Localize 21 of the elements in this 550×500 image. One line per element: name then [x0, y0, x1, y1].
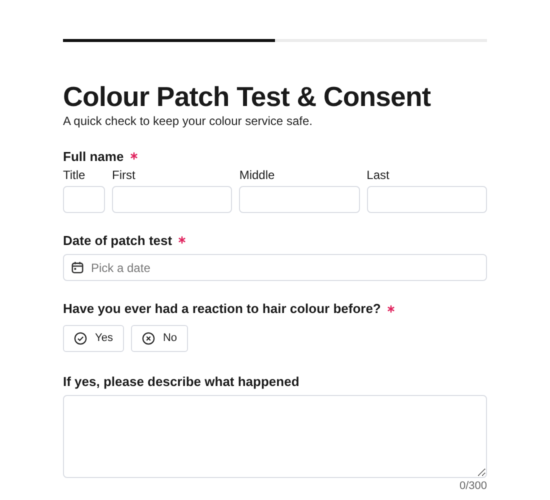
field-label: Last	[366, 168, 390, 183]
text-area[interactable]	[63, 395, 487, 478]
character-counter: 0/300	[459, 480, 487, 492]
field-label: First	[112, 168, 136, 183]
check-circle-icon	[74, 332, 87, 345]
date-field[interactable]: Pick a date	[63, 254, 487, 282]
input-field[interactable]	[63, 186, 105, 213]
choice-button[interactable]: No	[130, 324, 188, 352]
form-title: Colour Patch Test & Consent	[63, 82, 432, 112]
field-label: Have you ever had a reaction to hair colour before?	[63, 301, 381, 317]
field-label: Full name	[63, 148, 124, 164]
form-subtitle: A quick check to keep your colour service safe.	[63, 114, 314, 129]
choice-button[interactable]: Yes	[63, 324, 124, 352]
field-label: Title	[63, 168, 86, 183]
cross-circle-icon	[142, 332, 155, 345]
field-label: Date of patch test	[63, 232, 172, 248]
field-label: If yes, please describe what happened	[63, 374, 300, 390]
field-label: Middle	[239, 168, 276, 183]
input-field[interactable]	[366, 186, 487, 213]
input-field[interactable]	[112, 186, 232, 213]
input-field[interactable]	[239, 186, 360, 213]
